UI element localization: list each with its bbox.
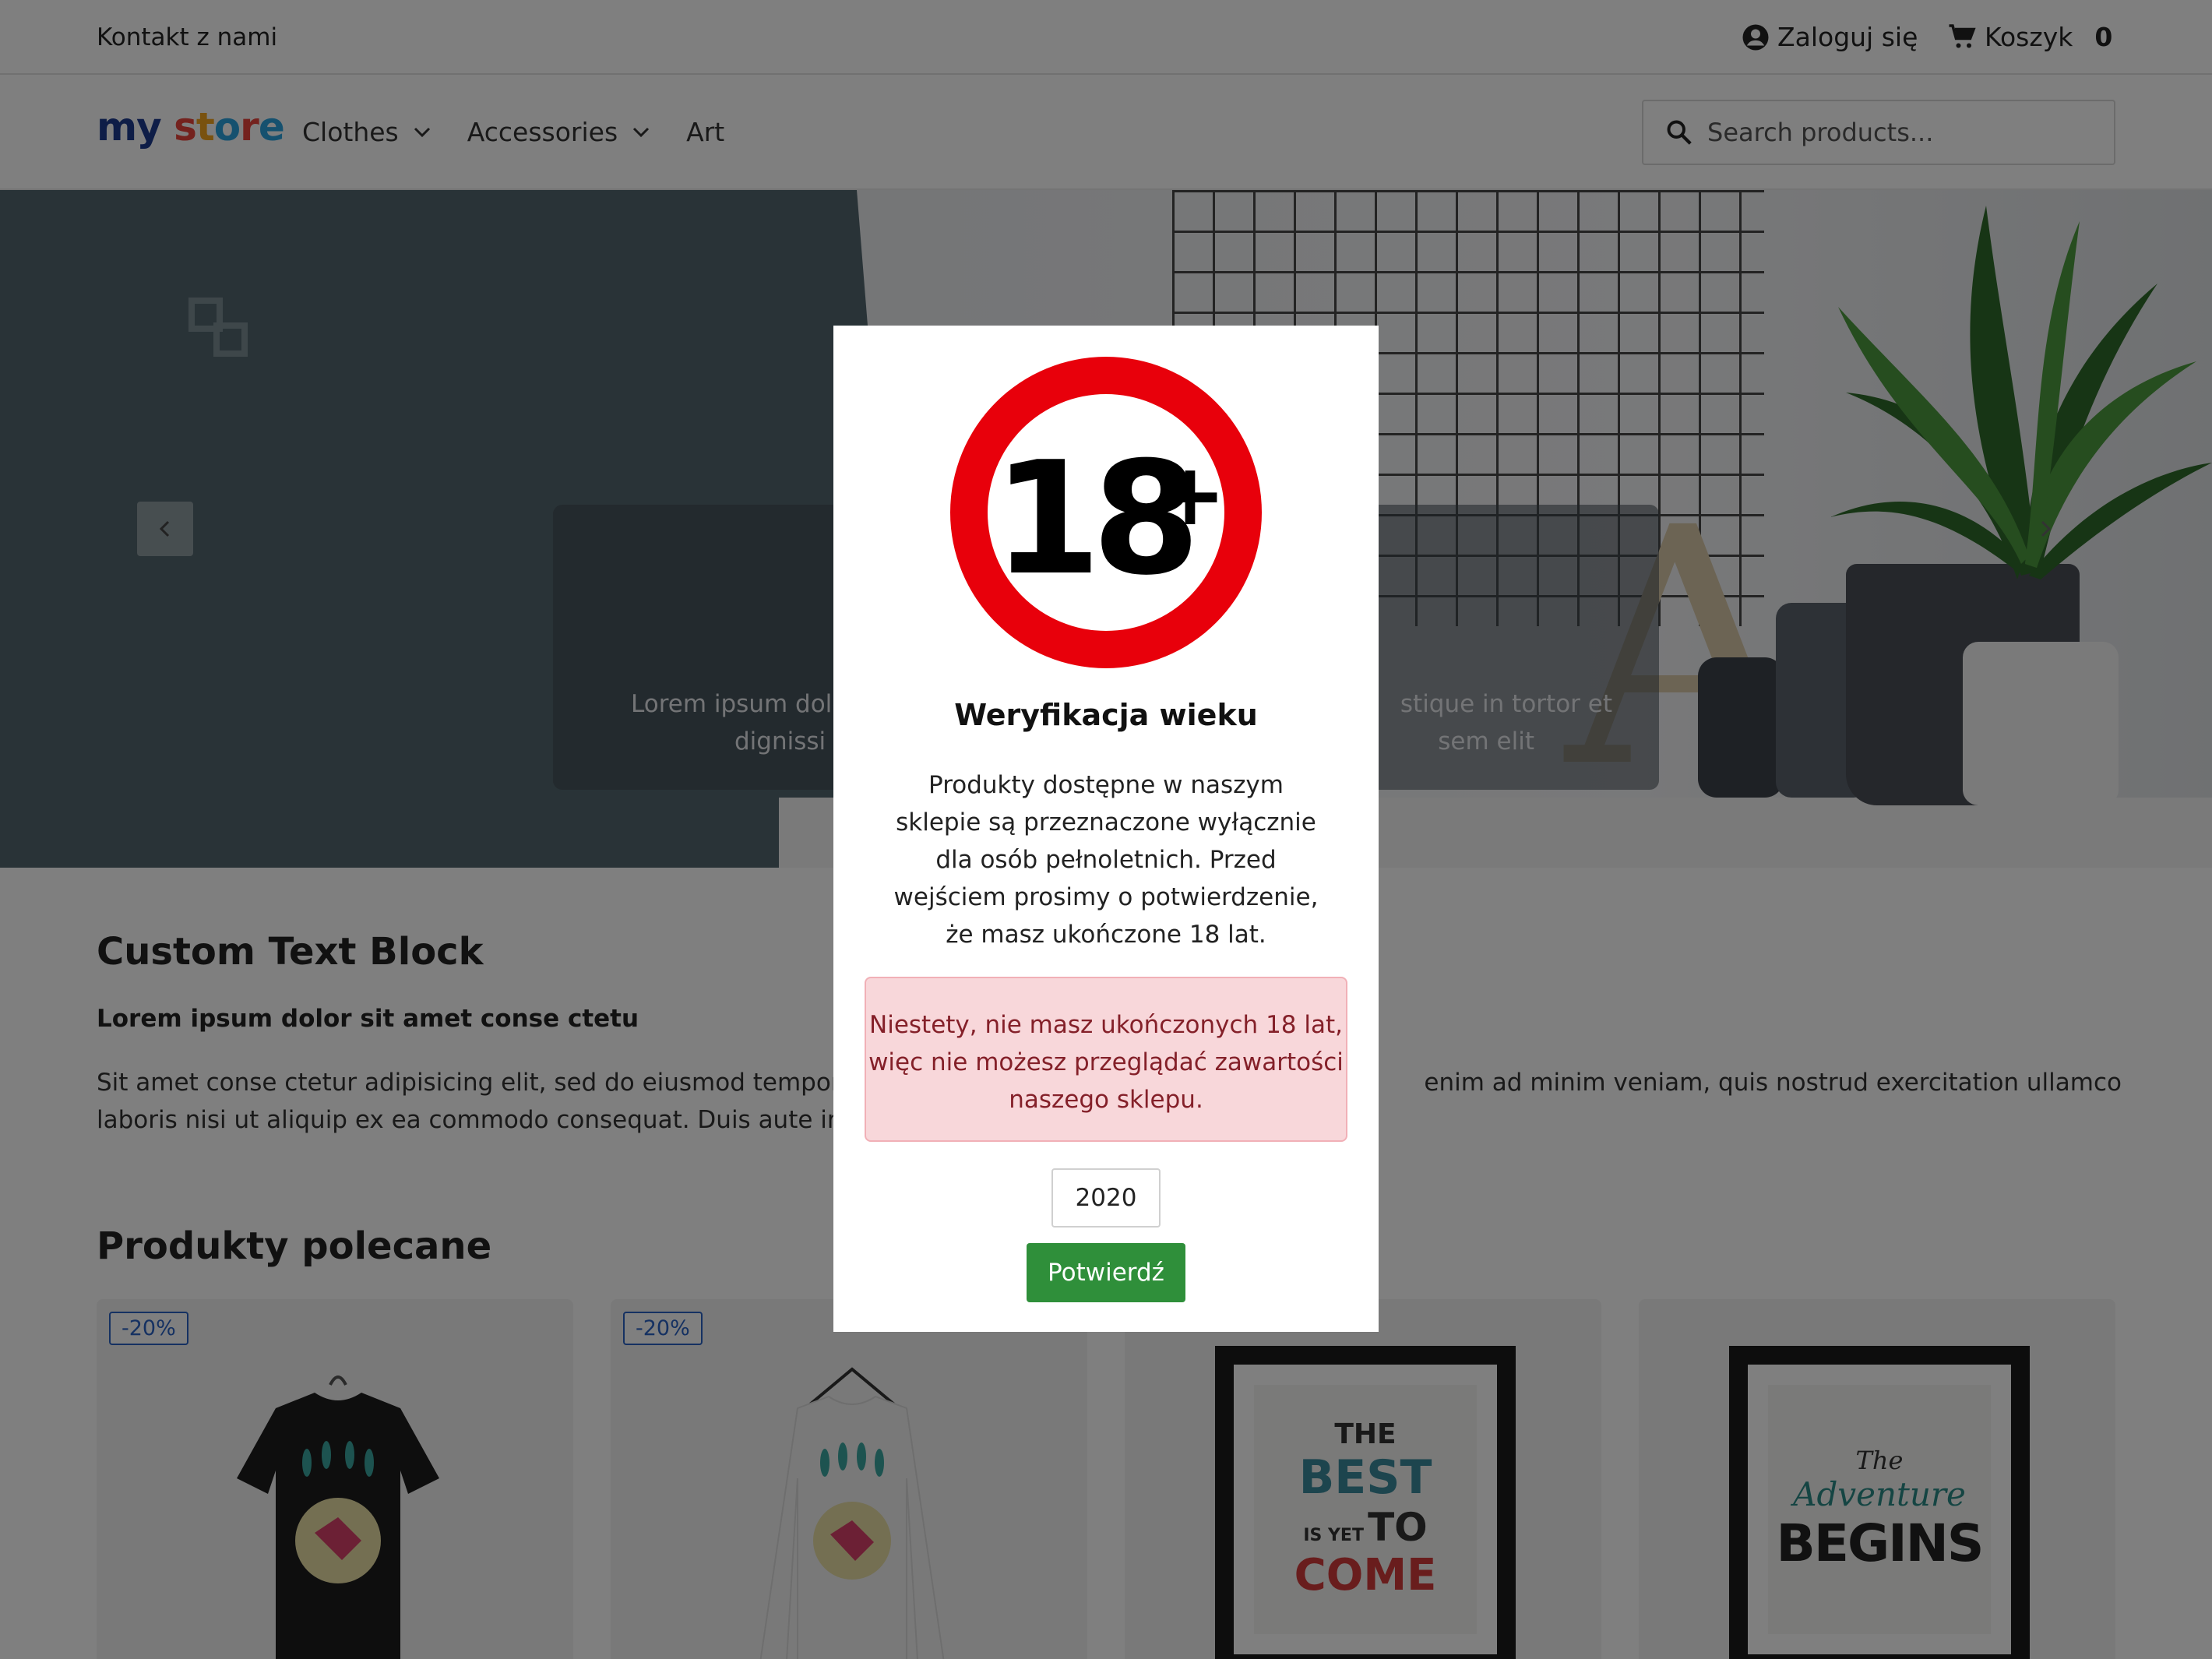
underage-error-alert: Niestety, nie masz ukończonych 18 lat, w…: [865, 977, 1347, 1142]
store-page: Kontakt z nami Zaloguj się Koszyk 0 my s…: [0, 0, 2212, 1659]
birth-year-input[interactable]: [1051, 1168, 1161, 1228]
age-verification-modal: 18 + Weryfikacja wieku Produkty dostępne…: [833, 326, 1379, 1332]
modal-description: Produkty dostępne w naszym sklepie są pr…: [893, 771, 1319, 949]
underage-error-text: Niestety, nie masz ukończonych 18 lat, w…: [868, 1011, 1344, 1114]
confirm-button[interactable]: Potwierdź: [1027, 1243, 1185, 1302]
svg-text:+: +: [1154, 445, 1226, 544]
modal-title: Weryfikacja wieku: [954, 698, 1258, 732]
age-18-plus-icon: 18 +: [950, 357, 1262, 668]
